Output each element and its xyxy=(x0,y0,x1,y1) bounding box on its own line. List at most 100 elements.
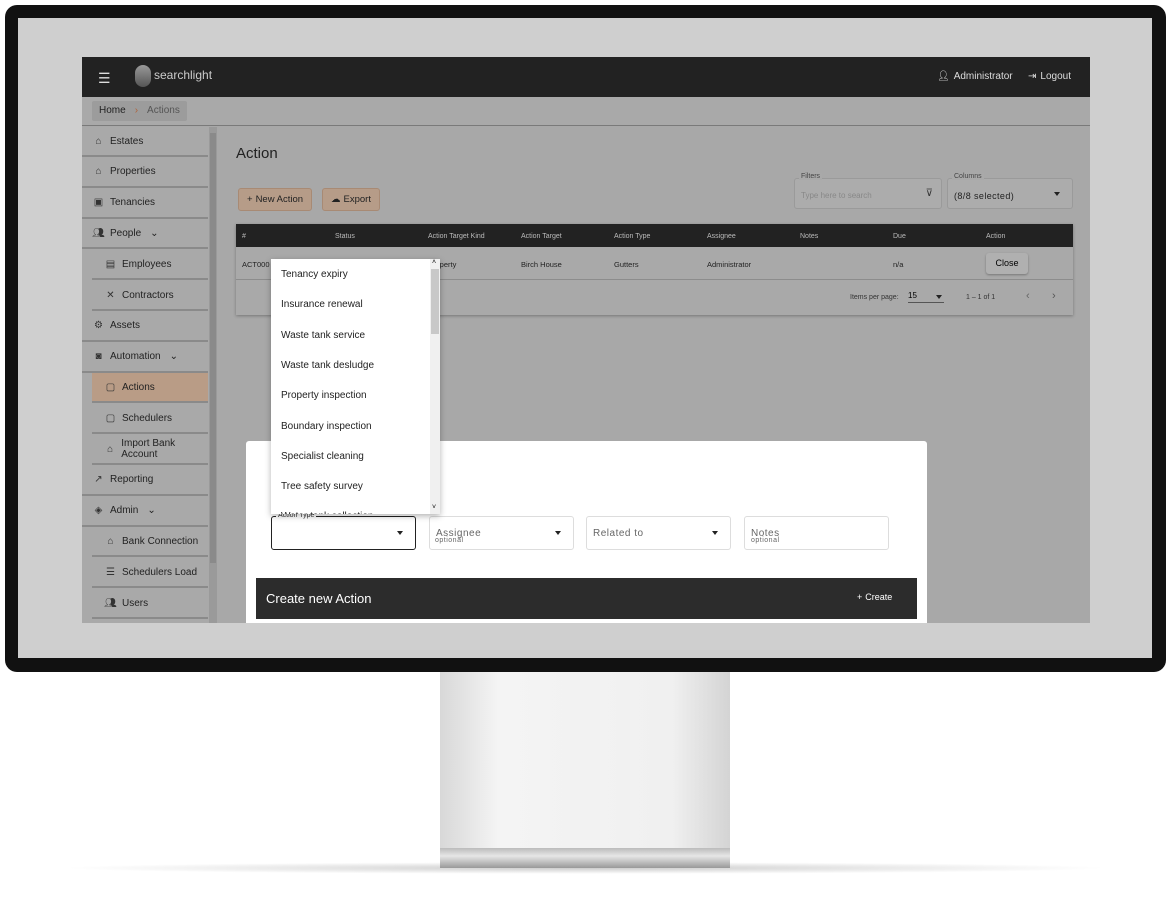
related-to-label: Related to xyxy=(593,528,644,539)
column-header[interactable]: # xyxy=(242,233,246,240)
bank-icon: ⌂ xyxy=(107,443,114,455)
sidebar-item-actions[interactable]: ▢ Actions xyxy=(92,373,208,404)
sidebar-item-label: Actions xyxy=(122,381,155,393)
items-per-page-value: 15 xyxy=(908,291,917,300)
create-bar: Create new Action + Create xyxy=(256,578,917,619)
table-header xyxy=(236,224,1073,247)
columns-select[interactable]: Columns (8/8 selected) xyxy=(947,173,1073,209)
dropdown-option[interactable]: Water tank collection xyxy=(281,511,373,514)
close-action-button[interactable]: Close xyxy=(986,253,1028,274)
sidebar-item-users[interactable]: 👥︎ Users xyxy=(92,589,208,619)
user-name: Administrator xyxy=(953,71,1013,82)
assignee-select[interactable]: Assignee xyxy=(429,516,574,550)
cell-assignee: Administrator xyxy=(707,260,752,269)
cell-target: Birch House xyxy=(521,260,562,269)
dropdown-option[interactable]: Tenancy expiry xyxy=(281,269,348,280)
items-per-page-select[interactable]: 15 xyxy=(908,291,944,303)
dropdown-option[interactable]: Waste tank desludge xyxy=(281,360,374,371)
scroll-up-icon[interactable]: ˄ xyxy=(432,259,436,266)
dropdown-option[interactable]: Boundary inspection xyxy=(281,421,372,432)
column-header[interactable]: Due xyxy=(893,233,906,240)
action-type-select[interactable]: Action Type xyxy=(271,512,416,550)
dropdown-option[interactable]: Insurance renewal xyxy=(281,299,363,310)
sidebar-item-label: Users xyxy=(122,597,149,609)
page-range: 1 – 1 of 1 xyxy=(966,294,996,301)
monitor-base xyxy=(440,848,730,868)
logo-icon xyxy=(135,65,151,87)
assets-icon: ⚙ xyxy=(94,320,103,332)
plus-icon: + xyxy=(247,194,253,205)
sidebar-item-admin[interactable]: ◈ Admin ⌄ xyxy=(82,497,208,527)
robot-icon: ◙ xyxy=(95,351,102,363)
next-page-icon[interactable]: › xyxy=(1052,290,1056,302)
logout-icon: ⇥ xyxy=(1028,71,1037,82)
create-button[interactable]: + Create xyxy=(857,592,892,602)
cell-type: Gutters xyxy=(614,260,639,269)
breadcrumb: Home › Actions xyxy=(82,97,1090,126)
new-action-button[interactable]: + New Action xyxy=(238,188,313,211)
chart-line-icon: ↗ xyxy=(94,474,103,486)
sidebar-item-tenancies[interactable]: ▣ Tenancies xyxy=(82,189,208,219)
breadcrumb-home[interactable]: Home xyxy=(99,105,126,117)
filters-placeholder: Type here to search xyxy=(801,191,872,200)
related-to-select[interactable]: Related to xyxy=(586,516,731,550)
sidebar-item-schedulers[interactable]: ▢ Schedulers xyxy=(92,404,208,435)
sidebar-item-label: Admin xyxy=(110,505,139,517)
notes-input[interactable]: Notes xyxy=(744,516,889,550)
create-title: Create new Action xyxy=(266,591,372,606)
house-icon: ⌂ xyxy=(95,166,102,178)
assignee-hint: optional xyxy=(435,537,464,544)
menu-icon[interactable]: ☰ xyxy=(98,70,111,87)
columns-value: (8/8 selected) xyxy=(954,191,1015,201)
column-header[interactable]: Assignee xyxy=(707,233,736,240)
sidebar-item-properties[interactable]: ⌂ Properties xyxy=(82,158,208,188)
cloud-download-icon: ☁ xyxy=(331,194,341,205)
tools-icon: ✕ xyxy=(106,289,115,301)
logout-button[interactable]: ⇥ Logout xyxy=(1028,71,1071,82)
scroll-down-icon[interactable]: ˅ xyxy=(432,504,436,511)
sidebar-item-assets[interactable]: ⚙ Assets xyxy=(82,312,208,342)
estates-icon: ⌂ xyxy=(95,135,102,147)
tenancy-icon: ▣ xyxy=(93,197,104,209)
export-button[interactable]: ☁ Export xyxy=(322,188,380,211)
sidebar-item-contractors[interactable]: ✕ Contractors xyxy=(92,281,208,311)
cell-id: ACT000 xyxy=(242,260,270,269)
notes-hint: optional xyxy=(751,537,780,544)
sidebar-scroll-thumb[interactable] xyxy=(210,133,216,563)
column-header[interactable]: Action Target xyxy=(521,233,562,240)
columns-label: Columns xyxy=(952,173,984,180)
dropdown-option[interactable]: Property inspection xyxy=(281,390,367,401)
column-header[interactable]: Notes xyxy=(800,233,818,240)
filter-icon[interactable]: ⊽ xyxy=(926,188,933,199)
dropdown-option[interactable]: Tree safety survey xyxy=(281,481,363,492)
column-header[interactable]: Action Target Kind xyxy=(428,233,485,240)
sidebar-item-reporting[interactable]: ↗ Reporting xyxy=(82,466,208,496)
column-header[interactable]: Status xyxy=(335,233,355,240)
prev-page-icon[interactable]: ‹ xyxy=(1026,290,1030,302)
sidebar-item-label: Reporting xyxy=(110,474,154,486)
sidebar-item-bank-connection[interactable]: ⌂ Bank Connection xyxy=(92,527,208,558)
filters-input[interactable]: Filters Type here to search ⊽ xyxy=(794,173,942,209)
plus-icon: + xyxy=(857,592,863,602)
sidebar-item-schedulers-load[interactable]: ☰ Schedulers Load xyxy=(92,558,208,589)
chevron-down-icon: ⌄ xyxy=(150,227,159,239)
caret-down-icon xyxy=(936,295,942,299)
user-menu[interactable]: 👤︎ Administrator xyxy=(937,71,1013,82)
sidebar-item-people[interactable]: 👥︎ People ⌄ xyxy=(82,219,208,250)
breadcrumb-box: Home › Actions xyxy=(92,101,187,121)
people-icon: 👥︎ xyxy=(92,227,105,239)
dropdown-option[interactable]: Waste tank service xyxy=(281,330,365,341)
column-header[interactable]: Action Type xyxy=(614,233,650,240)
sidebar-item-label: Automation xyxy=(110,351,161,363)
sidebar-item-label: Schedulers xyxy=(122,412,173,424)
sidebar-item-import-bank-account[interactable]: ⌂ Import Bank Account xyxy=(92,435,208,465)
dropdown-option[interactable]: Specialist cleaning xyxy=(281,451,364,462)
sidebar-item-estates[interactable]: ⌂ Estates xyxy=(82,127,208,157)
user-icon: 👤︎ xyxy=(937,71,950,82)
dropdown-scroll-thumb[interactable] xyxy=(431,269,439,334)
sidebar-item-automation[interactable]: ◙ Automation ⌄ xyxy=(82,343,208,373)
sidebar-item-employees[interactable]: ▤ Employees xyxy=(92,250,208,281)
column-header[interactable]: Action xyxy=(986,233,1005,240)
sidebar-item-label: People xyxy=(110,227,142,239)
page-title: Action xyxy=(236,145,278,162)
